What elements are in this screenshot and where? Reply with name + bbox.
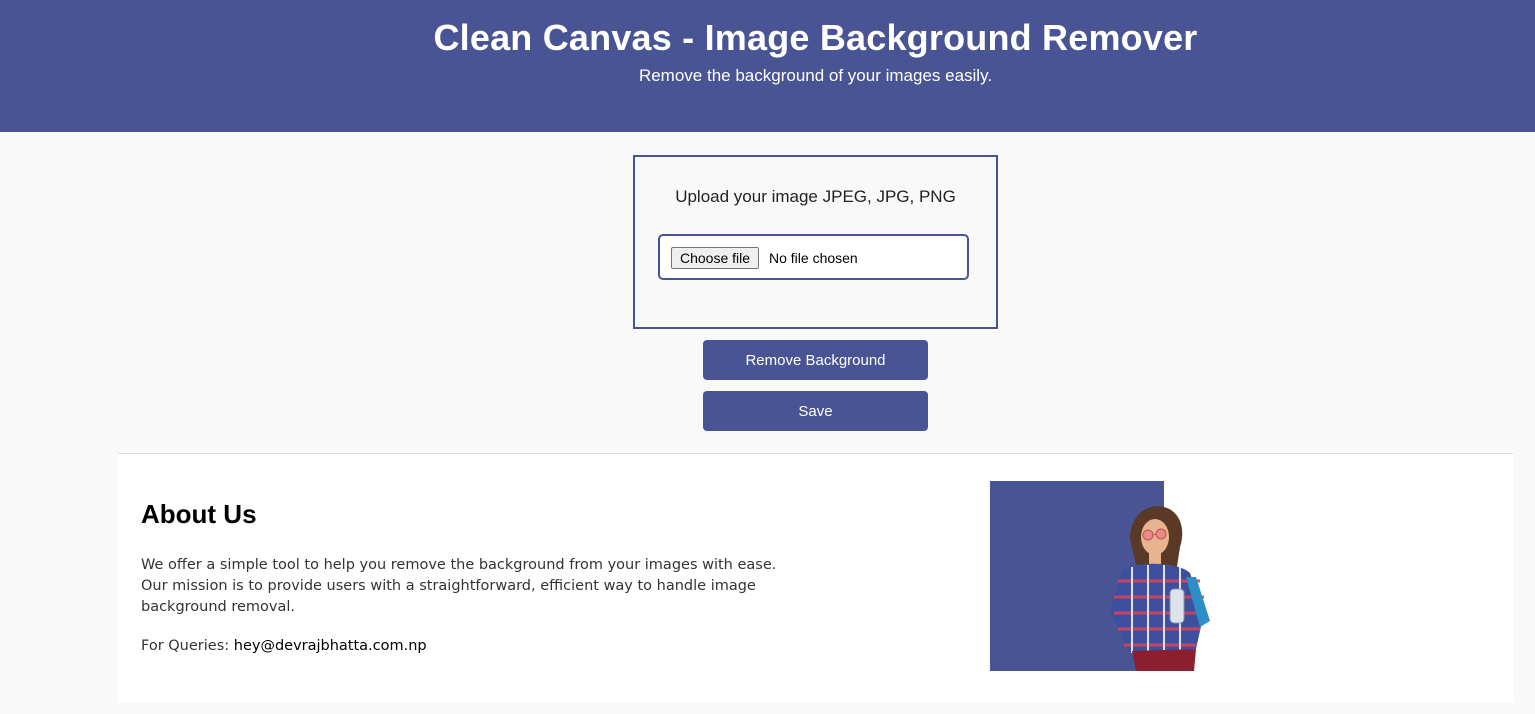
save-button[interactable]: Save [703, 391, 928, 431]
person-pants [1132, 649, 1196, 671]
about-heading: About Us [141, 499, 257, 529]
contact-email: hey@devrajbhatta.com.np [233, 638, 427, 654]
site-header: Clean Canvas - Image Background Remover … [0, 0, 1535, 132]
about-section: About Us We offer a simple tool to help … [118, 453, 1513, 703]
choose-file-button[interactable]: Choose file [671, 247, 760, 269]
page-subtitle: Remove the background of your images eas… [638, 66, 993, 85]
queries-label: For Queries: [141, 638, 230, 654]
page-title: Clean Canvas - Image Background Remover [433, 17, 1198, 58]
upload-panel: Upload your image JPEG, JPG, PNG Choose … [633, 155, 998, 329]
file-status-text: No file chosen [769, 250, 858, 266]
remove-background-button[interactable]: Remove Background [703, 340, 928, 380]
about-illustration [990, 481, 1210, 671]
upload-title: Upload your image JPEG, JPG, PNG [675, 187, 956, 206]
about-description: We offer a simple tool to help you remov… [141, 557, 777, 615]
file-input[interactable]: Choose file No file chosen [658, 234, 969, 280]
queries-line: For Queries: hey@devrajbhatta.com.np [141, 638, 427, 654]
